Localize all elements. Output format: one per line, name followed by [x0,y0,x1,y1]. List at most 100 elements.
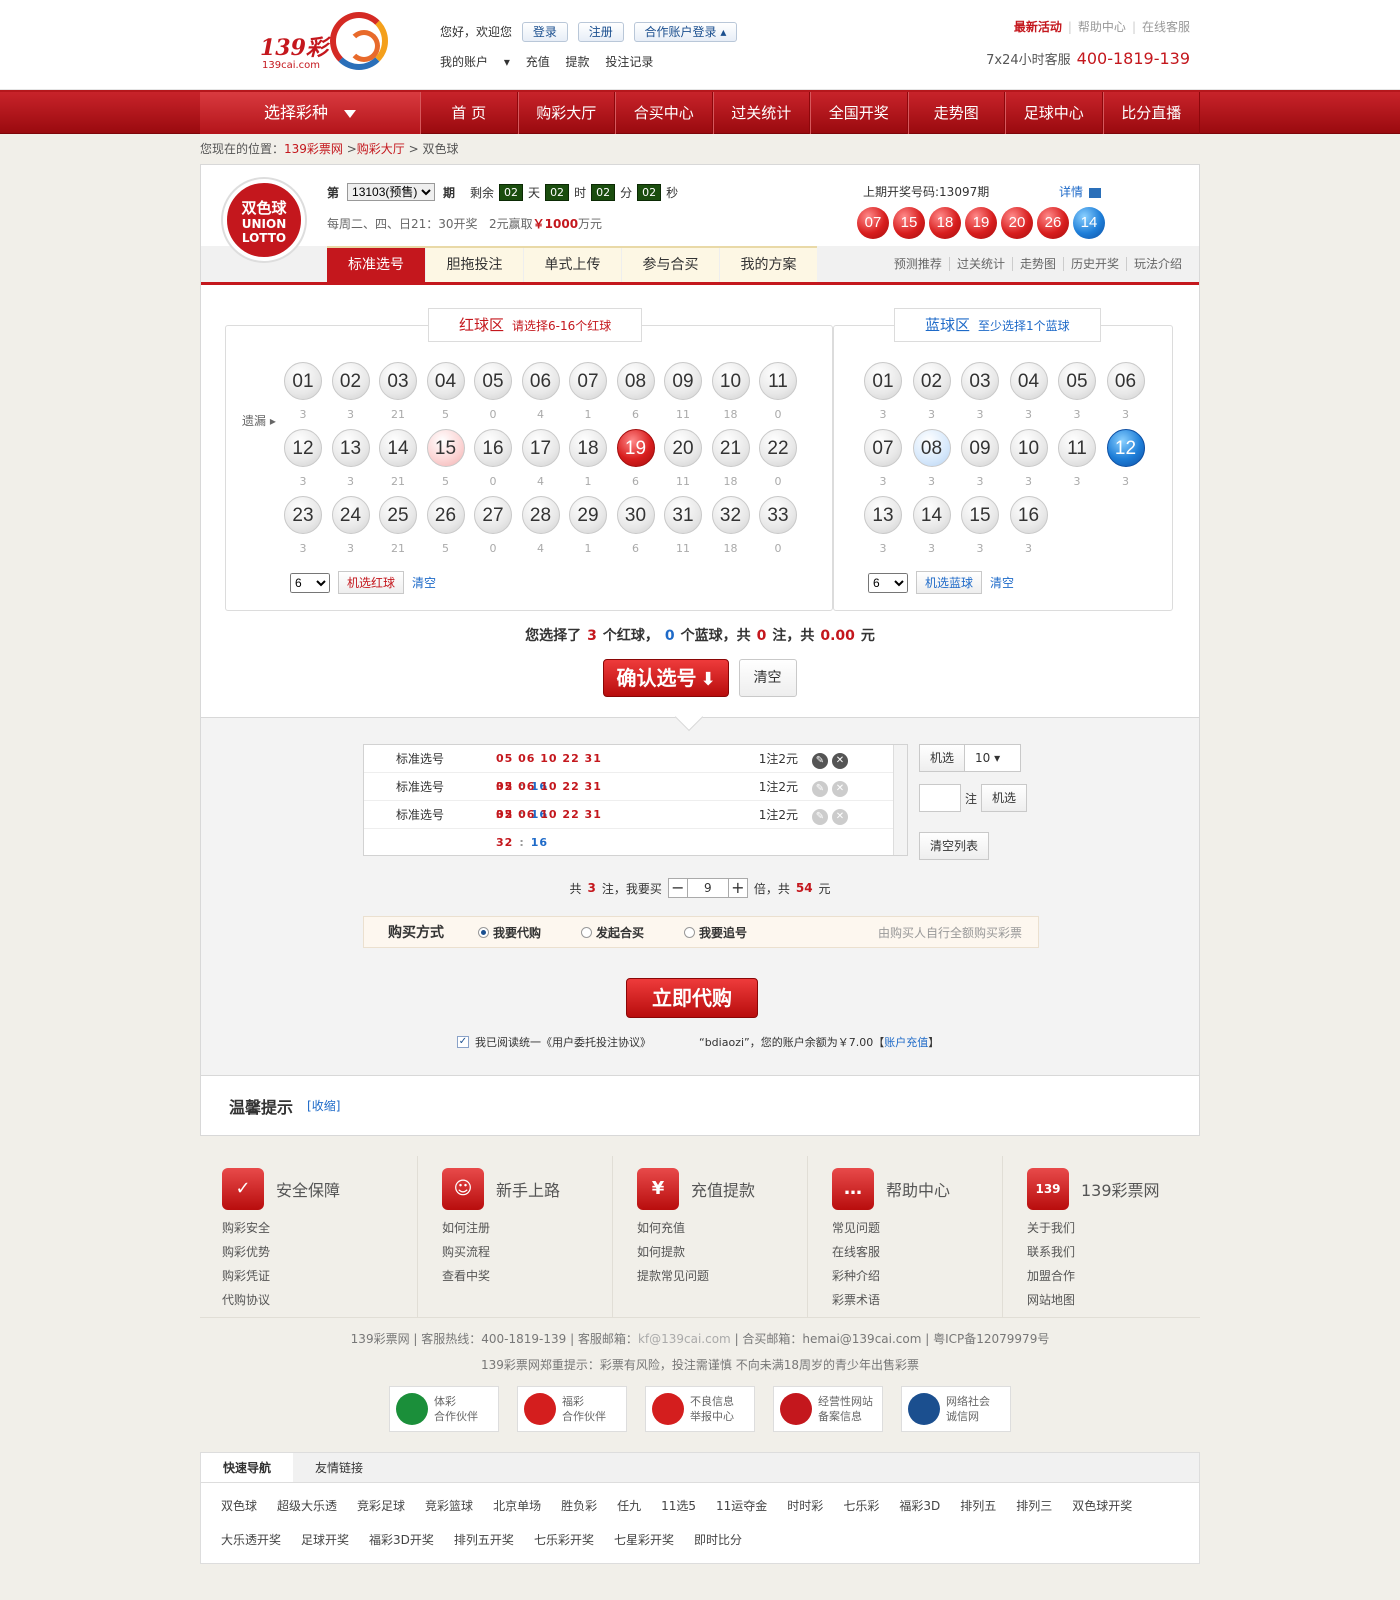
blue-ball-05[interactable]: 05 [1058,362,1096,400]
red-ball-33[interactable]: 33 [759,496,797,534]
clear-red-link[interactable]: 清空 [412,574,436,591]
bet-count-input[interactable] [919,784,961,812]
clear-selection-button[interactable]: 清空 [738,659,797,697]
footer-col-title[interactable]: 充值提款 [691,1177,755,1201]
bet-row[interactable]: 标准选号 05 06 10 22 31 32:16 1注2元 ✎ ✕ [364,773,907,821]
red-ball-06[interactable]: 06 [521,362,560,400]
blue-ball-10[interactable]: 10 [1009,429,1048,467]
link-stats[interactable]: 过关统计 [948,257,1012,271]
tab-friend-links[interactable]: 友情链接 [293,1453,385,1482]
edit-icon[interactable]: ✎ [810,773,830,800]
breadcrumb-hall[interactable]: 购彩大厅 [357,142,405,156]
quick-link[interactable]: 七星彩开奖 [614,1523,674,1557]
option-chase[interactable]: 我要追号 [684,924,747,941]
footer-link[interactable]: 关于我们 [1027,1216,1197,1240]
blue-ball-13[interactable]: 13 [864,496,902,534]
quick-link[interactable]: 足球开奖 [301,1523,349,1557]
nav-home[interactable]: 首 页 [420,92,518,134]
blue-count-select[interactable]: 6 [868,572,908,593]
register-button[interactable]: 注册 [577,22,624,42]
blue-ball-08[interactable]: 08 [912,429,951,467]
footer-link[interactable]: 代购协议 [222,1288,417,1312]
blue-ball-01[interactable]: 01 [864,362,902,400]
red-ball-03[interactable]: 03 [379,362,417,400]
option-self-buy[interactable]: 我要代购 [478,924,541,941]
tab-upload[interactable]: 单式上传 [523,248,621,282]
tab-my-plans[interactable]: 我的方案 [719,248,817,282]
blue-ball-07[interactable]: 07 [864,429,902,467]
red-ball-32[interactable]: 32 [711,496,750,534]
nav-football[interactable]: 足球中心 [1005,92,1103,134]
footer-link[interactable]: 如何充值 [637,1216,807,1240]
red-ball-30[interactable]: 30 [616,496,655,534]
quick-link[interactable]: 竞彩篮球 [425,1489,473,1523]
bet-row[interactable]: 标准选号 05 06 10 22 31 32:16 1注2元 ✎ ✕ [364,745,907,793]
tab-join-group[interactable]: 参与合买 [621,248,719,282]
edit-icon[interactable]: ✎ [810,801,830,828]
tab-standard[interactable]: 标准选号 [327,248,425,282]
hot-activity-link[interactable]: 最新活动 [1014,20,1062,34]
red-ball-22[interactable]: 22 [759,429,797,467]
footer-link[interactable]: 查看中奖 [442,1264,612,1288]
quick-link[interactable]: 超级大乐透 [277,1489,337,1523]
login-button[interactable]: 登录 [521,22,568,42]
quick-link[interactable]: 七乐彩开奖 [534,1523,594,1557]
footer-link[interactable]: 彩票术语 [832,1288,1002,1312]
random-count-select[interactable]: 10 ▾ [965,744,1022,772]
quick-link[interactable]: 福彩3D [899,1489,940,1523]
footer-link[interactable]: 购彩凭证 [222,1264,417,1288]
red-ball-27[interactable]: 27 [474,496,512,534]
tab-quick-nav[interactable]: 快速导航 [201,1453,293,1482]
blue-ball-04[interactable]: 04 [1009,362,1048,400]
red-ball-16[interactable]: 16 [474,429,512,467]
blue-ball-16[interactable]: 16 [1009,496,1048,534]
red-ball-19[interactable]: 19 [616,429,655,467]
list-scrollbar[interactable] [893,745,907,855]
red-count-select[interactable]: 6 [290,572,330,593]
footer-link[interactable]: 加盟合作 [1027,1264,1197,1288]
bet-record-link[interactable]: 投注记录 [605,55,653,69]
footer-col-title[interactable]: 新手上路 [496,1177,560,1201]
red-ball-02[interactable]: 02 [331,362,370,400]
partner-login-button[interactable]: 合作账户登录 ▴ [633,22,738,42]
red-ball-28[interactable]: 28 [521,496,560,534]
random-button[interactable]: 机选 [919,744,966,772]
quick-link[interactable]: 竞彩足球 [357,1489,405,1523]
option-start-group[interactable]: 发起合买 [581,924,644,941]
footer-link[interactable]: 如何提款 [637,1240,807,1264]
quick-link[interactable]: 双色球开奖 [1072,1489,1132,1523]
footer-link[interactable]: 如何注册 [442,1216,612,1240]
my-account-link[interactable]: 我的账户 ▾ [440,55,510,69]
footer-link[interactable]: 购彩优势 [222,1240,417,1264]
account-recharge-link[interactable]: 账户充值 [884,1034,928,1050]
red-ball-04[interactable]: 04 [426,362,465,400]
quick-link[interactable]: 福彩3D开奖 [369,1523,434,1557]
footer-col-title[interactable]: 安全保障 [276,1177,340,1201]
red-ball-11[interactable]: 11 [759,362,797,400]
quick-link[interactable]: 排列五开奖 [454,1523,514,1557]
footer-link[interactable]: 提款常见问题 [637,1264,807,1288]
footer-badge[interactable]: 经营性网站 备案信息 [773,1386,883,1432]
quick-link[interactable]: 双色球 [221,1489,257,1523]
footer-link[interactable]: 联系我们 [1027,1240,1197,1264]
site-logo[interactable]: 139彩 139cai.com [260,12,390,74]
quick-link[interactable]: 排列三 [1016,1489,1052,1523]
link-history[interactable]: 历史开奖 [1062,257,1126,271]
recharge-link[interactable]: 充值 [526,55,550,69]
red-ball-05[interactable]: 05 [474,362,512,400]
blue-ball-09[interactable]: 09 [961,429,999,467]
random-n-button[interactable]: 机选 [981,784,1028,812]
red-ball-15[interactable]: 15 [426,429,465,467]
nav-live-score[interactable]: 比分直播 [1102,92,1200,134]
quick-link[interactable]: 即时比分 [694,1523,742,1557]
quick-link[interactable]: 胜负彩 [561,1489,597,1523]
blue-ball-03[interactable]: 03 [961,362,999,400]
nav-hall[interactable]: 购彩大厅 [517,92,615,134]
quick-link[interactable]: 七乐彩 [843,1489,879,1523]
footer-col-title[interactable]: 139彩票网 [1081,1177,1160,1201]
red-ball-09[interactable]: 09 [664,362,702,400]
footer-link[interactable]: 购彩安全 [222,1216,417,1240]
breadcrumb-site[interactable]: 139彩票网 [284,142,343,156]
red-ball-07[interactable]: 07 [569,362,607,400]
delete-icon[interactable]: ✕ [830,745,850,772]
